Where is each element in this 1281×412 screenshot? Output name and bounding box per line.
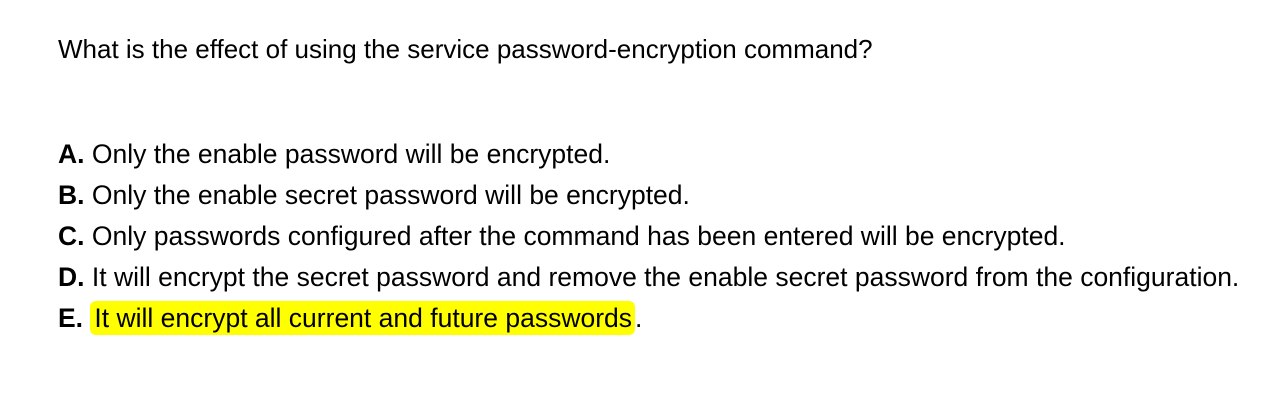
answer-options: A. Only the enable password will be encr… [58, 134, 1258, 339]
answer-option-d: D. It will encrypt the secret password a… [58, 257, 1258, 298]
question-text: What is the effect of using the service … [58, 34, 873, 64]
option-text: Only the enable password will be encrypt… [84, 139, 611, 169]
option-text: Only the enable secret password will be … [84, 180, 690, 210]
option-letter: C. [58, 221, 85, 251]
answer-option-a: A. Only the enable password will be encr… [58, 134, 1258, 175]
option-text: It will encrypt the secret password and … [84, 262, 1240, 292]
option-letter: A. [58, 139, 85, 169]
option-trailing-period: . [635, 303, 643, 333]
option-letter: D. [58, 262, 85, 292]
highlighted-answer-text: It will encrypt all current and future p… [90, 301, 636, 335]
answer-option-e: E. It will encrypt all current and futur… [58, 298, 1258, 339]
answer-option-c: C. Only passwords configured after the c… [58, 216, 1258, 257]
option-letter: E. [58, 303, 84, 333]
option-letter: B. [58, 180, 85, 210]
option-text: Only passwords configured after the comm… [84, 221, 1066, 251]
answer-option-b: B. Only the enable secret password will … [58, 175, 1258, 216]
